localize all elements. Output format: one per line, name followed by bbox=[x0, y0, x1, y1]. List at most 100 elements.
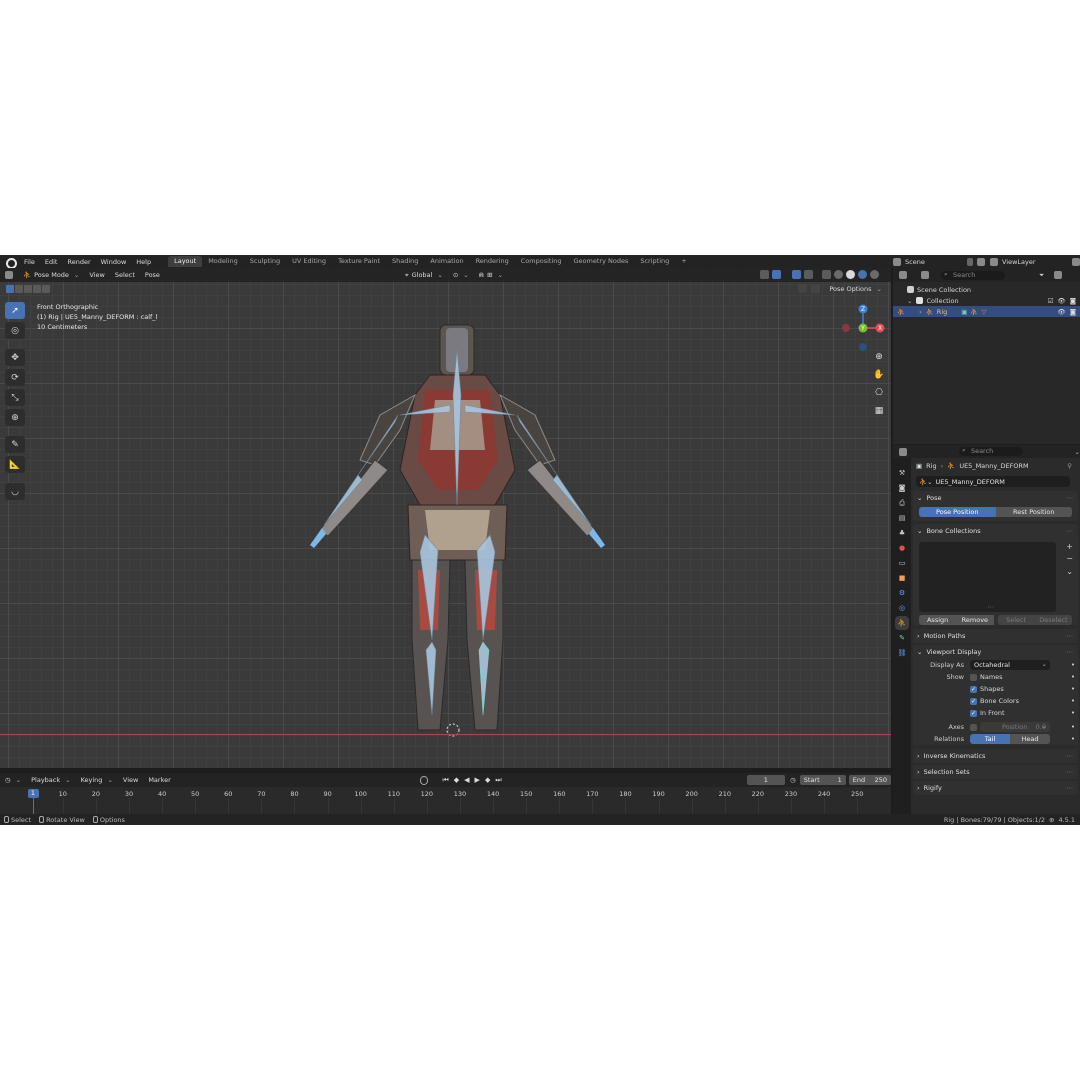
playhead-line[interactable] bbox=[33, 798, 34, 814]
keyframe-dot-icon[interactable]: • bbox=[1071, 685, 1075, 693]
outliner-search-input[interactable]: Search bbox=[941, 270, 1005, 280]
jump-end-icon[interactable]: ⏭ bbox=[495, 776, 501, 785]
move-tool[interactable]: ✥ bbox=[5, 349, 25, 366]
camera-icon[interactable]: ◙ bbox=[1070, 308, 1076, 316]
tab-sculpting[interactable]: Sculpting bbox=[244, 256, 286, 267]
drag-handle-icon[interactable]: ⋯ bbox=[1067, 648, 1074, 656]
axes-position-field[interactable]: Position 0.0 bbox=[980, 721, 1050, 732]
remove-collection-icon[interactable]: − bbox=[1066, 554, 1073, 563]
properties-editor-icon[interactable] bbox=[899, 447, 907, 456]
gizmo-neg-x-axis[interactable] bbox=[842, 324, 850, 332]
menu-pose[interactable]: Pose bbox=[140, 271, 165, 279]
keyframe-dot-icon[interactable]: • bbox=[1071, 723, 1075, 731]
collection-specials-icon[interactable]: ⌄ bbox=[1066, 567, 1073, 576]
menu-file[interactable]: File bbox=[19, 258, 40, 266]
properties-search-input[interactable]: Search bbox=[958, 446, 1023, 456]
menu-keying[interactable]: Keying bbox=[76, 776, 118, 784]
wireframe-shading-icon[interactable] bbox=[834, 270, 843, 279]
rendered-shading-icon[interactable] bbox=[870, 270, 879, 279]
drag-handle-icon[interactable]: ⋯ bbox=[1067, 768, 1074, 776]
select-intersect-icon[interactable] bbox=[42, 285, 50, 293]
render-tab-icon[interactable]: ◙ bbox=[897, 483, 907, 493]
display-mode-icon[interactable] bbox=[921, 271, 929, 279]
menu-window[interactable]: Window bbox=[96, 258, 132, 266]
drag-handle-icon[interactable]: ⋯ bbox=[1067, 494, 1074, 502]
menu-timeline-view[interactable]: View bbox=[118, 776, 143, 784]
bone-colors-checkbox[interactable]: ✓ bbox=[970, 697, 977, 705]
tab-compositing[interactable]: Compositing bbox=[515, 256, 568, 267]
menu-playback[interactable]: Playback bbox=[26, 776, 75, 784]
eye-icon[interactable]: 👁 bbox=[1057, 308, 1065, 316]
material-preview-icon[interactable] bbox=[858, 270, 867, 279]
editor-type-button[interactable] bbox=[0, 271, 18, 279]
output-tab-icon[interactable]: ⎙ bbox=[897, 498, 907, 508]
pivot-point-button[interactable]: ⊙ bbox=[448, 271, 474, 279]
inverse-kinematics-panel[interactable]: › Inverse Kinematics ⋯ bbox=[913, 749, 1078, 763]
snapping-button[interactable]: ⋒ ⊞ bbox=[474, 271, 508, 279]
drag-handle-icon[interactable]: ⋯ bbox=[1067, 632, 1074, 640]
gizmo-neg-z-axis[interactable] bbox=[859, 343, 867, 351]
add-collection-icon[interactable]: + bbox=[1066, 542, 1073, 551]
pose-position-button[interactable]: Pose Position bbox=[919, 507, 996, 517]
cursor-tool[interactable]: ◎ bbox=[5, 322, 25, 339]
pin-icon[interactable]: ⚲ bbox=[1067, 462, 1072, 470]
outliner-row-collection[interactable]: ⌄ Collection ☑ 👁 ◙ bbox=[893, 295, 1080, 306]
xray-toggle-icon[interactable] bbox=[822, 270, 831, 279]
tool-tab-icon[interactable]: ⚒ bbox=[897, 468, 907, 478]
tab-rendering[interactable]: Rendering bbox=[470, 256, 515, 267]
head-button[interactable]: Head bbox=[1010, 734, 1050, 744]
next-keyframe-icon[interactable]: ◆ bbox=[485, 776, 490, 785]
shading-options-icon[interactable] bbox=[882, 270, 887, 279]
select-box-tool[interactable]: ➚ bbox=[5, 302, 25, 319]
menu-view[interactable]: View bbox=[84, 271, 109, 279]
annotate-tool[interactable]: ✎ bbox=[5, 436, 25, 453]
pose-panel-header[interactable]: ⌄ Pose ⋯ bbox=[913, 491, 1078, 505]
keyframe-dot-icon[interactable]: • bbox=[1071, 673, 1075, 681]
mirror-icon[interactable] bbox=[798, 284, 808, 293]
preview-range-icon[interactable]: ◷ bbox=[790, 776, 796, 784]
end-frame-field[interactable]: End 250 bbox=[848, 775, 891, 785]
start-frame-field[interactable]: Start 1 bbox=[799, 775, 846, 785]
keyframe-dot-icon[interactable]: • bbox=[1071, 709, 1075, 717]
new-view-layer-icon[interactable] bbox=[1072, 257, 1080, 266]
bone-tab-icon[interactable]: ✎ bbox=[897, 633, 907, 643]
zoom-icon[interactable]: ⊕ bbox=[872, 350, 886, 364]
resize-grip-icon[interactable]: ⋯ bbox=[988, 603, 995, 611]
visibility-icon[interactable] bbox=[760, 270, 769, 279]
menu-render[interactable]: Render bbox=[62, 258, 95, 266]
camera-icon[interactable]: ◙ bbox=[1070, 297, 1076, 305]
select-subtract-icon[interactable] bbox=[24, 285, 32, 293]
menu-marker[interactable]: Marker bbox=[143, 776, 175, 784]
world-tab-icon[interactable]: ● bbox=[897, 543, 907, 553]
gizmo-dropdown-icon[interactable] bbox=[784, 270, 789, 279]
transform-tool[interactable]: ⊕ bbox=[5, 409, 25, 426]
select-button[interactable]: Select bbox=[997, 615, 1035, 625]
pan-hand-icon[interactable]: ✋ bbox=[872, 368, 886, 382]
tab-scripting[interactable]: Scripting bbox=[634, 256, 675, 267]
view-layer-tab-icon[interactable]: ▤ bbox=[897, 513, 907, 523]
pose-mode-toggle-icon[interactable]: ⛹ bbox=[897, 308, 905, 316]
tab-shading[interactable]: Shading bbox=[386, 256, 424, 267]
timeline-editor-type[interactable]: ◷ bbox=[0, 776, 26, 784]
object-tab-icon[interactable]: ■ bbox=[897, 573, 907, 583]
assign-button[interactable]: Assign bbox=[919, 615, 957, 625]
keyframe-dot-icon[interactable]: • bbox=[1071, 735, 1075, 743]
outliner-row-scene-collection[interactable]: Scene Collection bbox=[893, 284, 1080, 295]
transform-orientation[interactable]: ⌖ Global bbox=[400, 271, 448, 280]
eye-icon[interactable]: 👁 bbox=[1057, 297, 1065, 305]
close-icon[interactable] bbox=[811, 284, 821, 293]
rig-figure[interactable] bbox=[300, 320, 610, 740]
bone-collections-header[interactable]: ⌄ Bone Collections ⋯ bbox=[913, 524, 1078, 538]
expand-arrow-icon[interactable]: › bbox=[919, 308, 922, 316]
display-as-dropdown[interactable]: Octahedral bbox=[970, 659, 1050, 670]
auto-key-icon[interactable] bbox=[419, 775, 429, 785]
menu-select[interactable]: Select bbox=[110, 271, 140, 279]
ortho-grid-icon[interactable]: ▦ bbox=[872, 404, 886, 418]
checkbox-icon[interactable]: ☑ bbox=[1048, 297, 1054, 305]
pose-options-button[interactable]: Pose Options bbox=[824, 285, 887, 293]
gizmo-toggle-icon[interactable] bbox=[772, 270, 781, 279]
names-checkbox[interactable] bbox=[970, 673, 977, 681]
viewport-display-header[interactable]: ⌄ Viewport Display ⋯ bbox=[913, 645, 1078, 659]
add-workspace-button[interactable]: + bbox=[675, 256, 692, 267]
pin-icon[interactable] bbox=[967, 257, 973, 266]
